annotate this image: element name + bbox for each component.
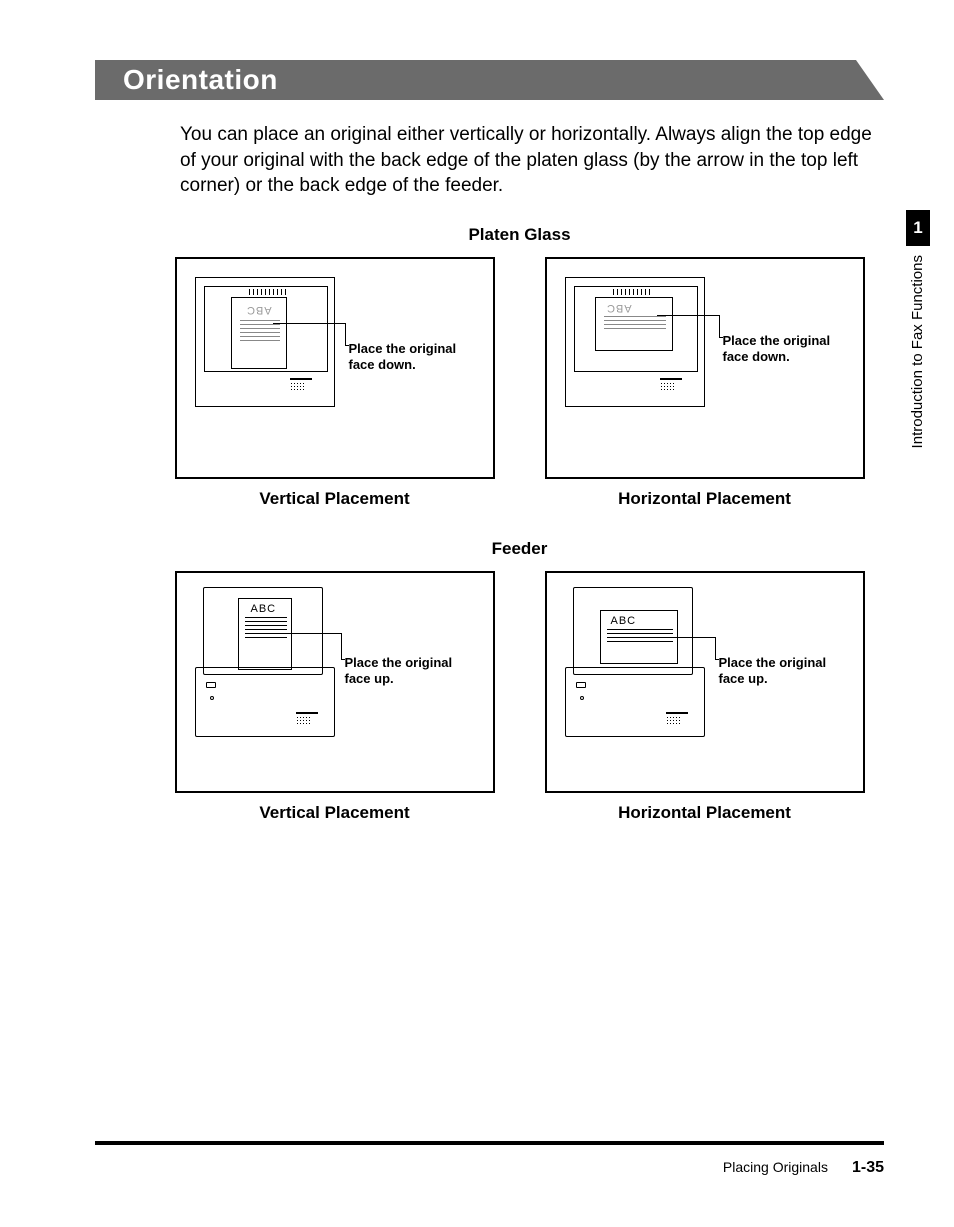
chapter-tab: 1 — [906, 210, 930, 246]
platen-diagram-row: ABC Place the original face down. — [155, 257, 884, 479]
callout-line1: Place the original — [723, 333, 831, 348]
section-heading-bar: Orientation — [95, 60, 884, 100]
section-heading: Orientation — [123, 64, 278, 96]
feeder-horizontal-caption: Horizontal Placement — [545, 803, 865, 823]
callout-line2: face up. — [719, 671, 768, 686]
footer-rule — [95, 1141, 884, 1145]
chapter-side-title: Introduction to Fax Functions — [909, 255, 926, 448]
feeder-vertical-diagram: ABC Place the original face up. — [175, 571, 495, 793]
callout-line1: Place the original — [345, 655, 453, 670]
feeder-horizontal-diagram: ABC Place the original face up. — [545, 571, 865, 793]
page: Orientation You can place an original ei… — [0, 0, 954, 1227]
platen-vertical-diagram: ABC Place the original face down. — [175, 257, 495, 479]
feeder-caption-row: Vertical Placement Horizontal Placement — [155, 803, 884, 823]
feeder-section-title: Feeder — [155, 539, 884, 559]
callout-line2: face down. — [349, 357, 416, 372]
platen-horizontal-diagram: ABC Place the original face down. — [545, 257, 865, 479]
platen-caption-row: Vertical Placement Horizontal Placement — [155, 489, 884, 509]
platen-horizontal-caption: Horizontal Placement — [545, 489, 865, 509]
callout-line1: Place the original — [349, 341, 457, 356]
intro-paragraph: You can place an original either vertica… — [180, 122, 884, 199]
footer-section: Placing Originals — [723, 1159, 828, 1175]
footer-page-number: 1-35 — [852, 1159, 884, 1177]
callout-line2: face down. — [723, 349, 790, 364]
page-footer: Placing Originals 1-35 — [723, 1159, 884, 1177]
abc-label: ABC — [611, 615, 637, 627]
platen-section-title: Platen Glass — [155, 225, 884, 245]
feeder-diagram-row: ABC Place the original face up. — [155, 571, 884, 793]
feeder-vertical-caption: Vertical Placement — [175, 803, 495, 823]
platen-vertical-caption: Vertical Placement — [175, 489, 495, 509]
abc-label: ABC — [606, 302, 632, 314]
callout-line2: face up. — [345, 671, 394, 686]
abc-label: ABC — [246, 304, 272, 316]
abc-label: ABC — [251, 603, 277, 615]
callout-line1: Place the original — [719, 655, 827, 670]
